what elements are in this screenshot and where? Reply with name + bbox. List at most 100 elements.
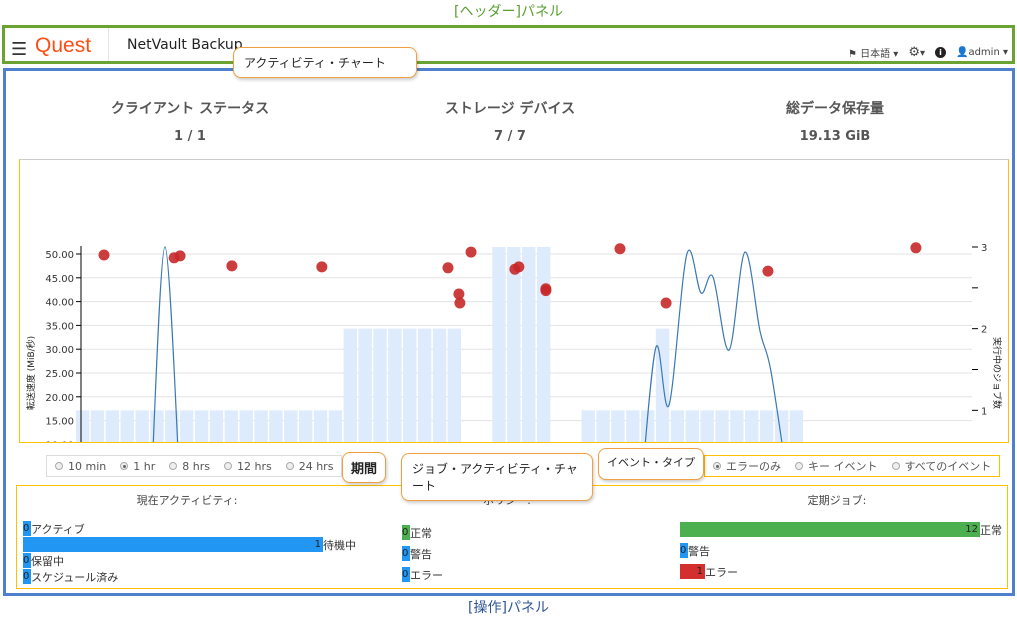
radio-icon[interactable]	[223, 462, 232, 470]
client-status-value[interactable]: 1 / 1	[60, 129, 320, 144]
event-type-selector: エラーのみ キー イベント すべてのイベント	[704, 455, 1001, 477]
policy-label: 警告	[410, 547, 432, 561]
event-type-label: キー イベント	[808, 460, 878, 473]
radio-icon[interactable]	[795, 462, 803, 470]
policy-row[interactable]: 0 正常	[402, 525, 432, 540]
period-label: 8 hrs	[182, 459, 210, 473]
period-option[interactable]: 12 hrs	[223, 460, 272, 473]
y-tick-label: 50.00	[45, 250, 74, 261]
scheduled-jobs-label: エラー	[705, 565, 738, 579]
job-count-bar	[715, 410, 729, 492]
policy-bar: 0	[402, 567, 410, 582]
job-count-bar	[611, 410, 625, 492]
job-count-bar	[343, 328, 357, 492]
job-count-bar	[180, 410, 194, 492]
error-event-point	[910, 242, 922, 254]
error-event-point	[174, 250, 186, 262]
quest-logo[interactable]: Quest	[35, 34, 91, 58]
error-event-point	[465, 246, 477, 258]
radio-icon[interactable]	[713, 462, 721, 470]
event-type-option[interactable]: すべてのイベント	[891, 458, 991, 474]
policy-row[interactable]: 0 警告	[402, 546, 432, 561]
settings-menu[interactable]: ⚙▾	[908, 45, 925, 60]
header-panel-annotation: [ヘッダー]パネル	[454, 4, 563, 20]
job-count-bar	[373, 328, 387, 492]
period-selector: 10 min 1 hr 8 hrs 12 hrs 24 hrs	[46, 455, 343, 477]
job-count-bar	[150, 410, 164, 492]
header-controls: ⚑ 日本語 ▾ ⚙▾ i 👤admin ▾	[848, 45, 1008, 60]
job-count-bar	[120, 410, 134, 492]
radio-icon[interactable]	[55, 462, 63, 470]
period-callout: 期間	[342, 452, 387, 483]
job-count-bar	[730, 410, 744, 492]
scheduled-jobs-row[interactable]: 0 警告	[680, 543, 710, 558]
y2-tick-label: 1	[981, 406, 987, 417]
job-count-bar	[432, 328, 447, 492]
job-count-bar	[328, 410, 343, 492]
event-type-option[interactable]: エラーのみ	[713, 458, 781, 474]
job-count-bar	[358, 328, 372, 492]
user-label: admin	[968, 47, 1000, 58]
error-event-point	[540, 285, 552, 297]
policy-label: 正常	[410, 526, 432, 540]
current-activity-label: アクティブ	[31, 522, 85, 536]
storage-devices-value[interactable]: 7 / 7	[380, 129, 640, 144]
current-activity-row[interactable]: 1 待機中	[23, 537, 356, 552]
y-tick-label: 20.00	[45, 393, 74, 404]
period-label: 1 hr	[133, 459, 156, 473]
scheduled-jobs-bar: 1	[680, 564, 705, 579]
current-activity-title: 現在アクティビティ:	[136, 494, 238, 507]
storage-devices-label: ストレージ デバイス	[444, 101, 576, 117]
radio-icon[interactable]	[891, 462, 900, 470]
scheduled-jobs-row[interactable]: 1 エラー	[680, 564, 738, 579]
radio-icon[interactable]	[120, 462, 129, 470]
job-count-bar	[90, 410, 105, 492]
current-activity-row[interactable]: 0 アクティブ	[23, 521, 85, 536]
y2-axis-label: 実行中のジョブ数	[991, 337, 1003, 409]
current-activity-bar: 0	[23, 553, 31, 568]
y-tick-label: 10.00	[45, 440, 74, 442]
language-menu[interactable]: ⚑ 日本語 ▾	[848, 45, 898, 60]
period-label: 10 min	[68, 459, 107, 473]
policy-row[interactable]: 0 エラー	[402, 567, 443, 582]
job-count-bar	[759, 410, 774, 492]
scheduled-jobs-bar: 12	[680, 522, 980, 537]
period-option[interactable]: 10 min	[55, 460, 106, 473]
menu-icon[interactable]: ☰	[11, 39, 27, 60]
radio-icon[interactable]	[169, 462, 178, 470]
current-activity-label: 待機中	[323, 538, 356, 552]
period-label: 24 hrs	[298, 459, 334, 473]
user-menu[interactable]: 👤admin ▾	[956, 47, 1008, 58]
job-count-bar	[745, 410, 759, 492]
event-type-option[interactable]: キー イベント	[795, 458, 878, 474]
current-activity-row[interactable]: 0 スケジュール済み	[23, 569, 118, 584]
job-chart-callout: ジョブ・アクティビティ・チャート	[401, 453, 593, 501]
event-type-callout: イベント・タイプ	[598, 448, 704, 480]
language-label: 日本語	[860, 49, 891, 60]
job-count-bar	[105, 410, 120, 492]
y2-tick-label: 3	[981, 243, 987, 254]
error-event-point	[614, 243, 626, 255]
job-count-bar	[239, 410, 253, 492]
error-event-point	[454, 297, 466, 309]
job-count-bar	[403, 328, 417, 492]
job-count-bar	[685, 410, 699, 492]
current-activity-bar: 1	[23, 537, 323, 552]
current-activity-label: スケジュール済み	[31, 570, 119, 584]
total-data-label: 総データ保存量	[786, 101, 884, 117]
current-activity-row[interactable]: 0 保留中	[23, 553, 64, 568]
job-count-bar	[447, 328, 462, 492]
gear-icon: ⚙	[908, 45, 920, 60]
job-count-bar	[269, 410, 283, 492]
job-count-bar	[700, 410, 714, 492]
job-count-bar	[209, 410, 224, 492]
period-option[interactable]: 1 hr	[120, 460, 155, 473]
period-option[interactable]: 24 hrs	[285, 459, 334, 473]
scheduled-jobs-row[interactable]: 12 正常	[680, 522, 1002, 537]
info-icon[interactable]: i	[935, 47, 946, 58]
scheduled-jobs-label: 正常	[980, 523, 1002, 537]
client-status-label: クライアント ステータス	[110, 101, 270, 117]
error-event-point	[316, 261, 328, 273]
period-option[interactable]: 8 hrs	[169, 460, 210, 473]
radio-icon[interactable]	[285, 462, 294, 470]
